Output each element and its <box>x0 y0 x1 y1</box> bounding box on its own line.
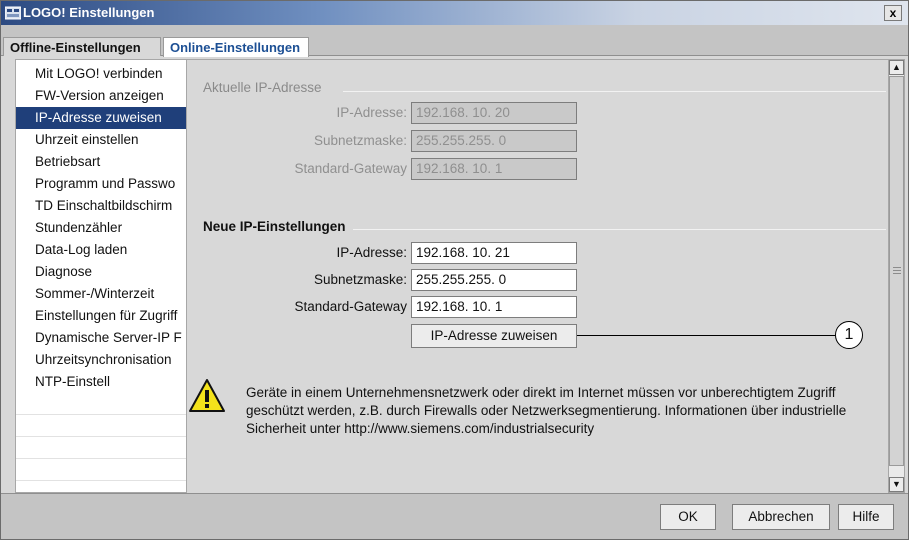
sidebar-item-dynamic-server-ip[interactable]: Dynamische Server-IP F <box>16 327 186 349</box>
current-gateway-field: 192.168. 10. 1 <box>411 158 577 180</box>
sidebar-item-access-settings[interactable]: Einstellungen für Zugriff <box>16 305 186 327</box>
section-divider <box>353 229 886 230</box>
sidebar-item-operating-mode[interactable]: Betriebsart <box>16 151 186 173</box>
cancel-button[interactable]: Abbrechen <box>732 504 830 530</box>
vertical-scrollbar[interactable]: ▲ ▼ <box>888 59 905 493</box>
sidebar-item-daylight-saving[interactable]: Sommer-/Winterzeit <box>16 283 186 305</box>
sidebar-empty-row <box>16 437 186 459</box>
sidebar-item-program-password[interactable]: Programm und Passwo <box>16 173 186 195</box>
current-ip-label: IP-Adresse: <box>336 105 407 120</box>
current-subnet-label: Subnetzmaske: <box>313 133 407 148</box>
sidebar-item-connect[interactable]: Mit LOGO! verbinden <box>16 63 186 85</box>
section-divider <box>343 91 886 92</box>
callout-leader-line <box>577 335 835 336</box>
new-gateway-field[interactable]: 192.168. 10. 1 <box>411 296 577 318</box>
current-ip-field: 192.168. 10. 20 <box>411 102 577 124</box>
new-gateway-label: Standard-Gateway <box>294 299 407 314</box>
callout-marker: 1 <box>835 321 863 349</box>
sidebar-item-td-startup-screen[interactable]: TD Einschaltbildschirm <box>16 195 186 217</box>
new-subnet-label: Subnetzmaske: <box>313 272 407 287</box>
sidebar-item-fw-version[interactable]: FW-Version anzeigen <box>16 85 186 107</box>
scroll-down-icon[interactable]: ▼ <box>889 477 904 492</box>
window-title: LOGO! Einstellungen <box>23 5 155 20</box>
settings-window: LOGO! Einstellungen x Offline-Einstellun… <box>0 0 909 540</box>
sidebar-empty-row <box>16 393 186 415</box>
close-icon: x <box>889 6 897 20</box>
scroll-up-icon[interactable]: ▲ <box>889 60 904 75</box>
logo-app-icon <box>5 6 21 20</box>
sidebar-item-time-sync[interactable]: Uhrzeitsynchronisation <box>16 349 186 371</box>
assign-ip-button[interactable]: IP-Adresse zuweisen <box>411 324 577 348</box>
current-ip-section-title: Aktuelle IP-Adresse <box>203 80 322 95</box>
new-ip-section-title: Neue IP-Einstellungen <box>203 219 346 234</box>
sidebar-empty-row <box>16 415 186 437</box>
sidebar-nav: Mit LOGO! verbinden FW-Version anzeigen … <box>15 59 187 493</box>
new-ip-label: IP-Adresse: <box>336 245 407 260</box>
close-button[interactable]: x <box>884 5 902 21</box>
scrollbar-thumb[interactable] <box>889 76 904 466</box>
sidebar-item-assign-ip[interactable]: IP-Adresse zuweisen <box>16 107 186 129</box>
sidebar-item-data-log[interactable]: Data-Log laden <box>16 239 186 261</box>
security-warning-text: Geräte in einem Unternehmensnetzwerk ode… <box>246 385 847 436</box>
sidebar-item-diagnostics[interactable]: Diagnose <box>16 261 186 283</box>
scrollbar-grip-icon <box>893 267 901 275</box>
ok-button[interactable]: OK <box>660 504 716 530</box>
tab-offline-settings[interactable]: Offline-Einstellungen <box>3 37 161 56</box>
sidebar-empty-row <box>16 459 186 481</box>
current-gateway-label: Standard-Gateway <box>294 161 407 176</box>
sidebar-item-hour-counter[interactable]: Stundenzähler <box>16 217 186 239</box>
sidebar-item-ntp-settings[interactable]: NTP-Einstell <box>16 371 186 393</box>
warning-triangle-icon <box>189 379 225 412</box>
new-ip-field[interactable]: 192.168. 10. 21 <box>411 242 577 264</box>
tab-online-settings[interactable]: Online-Einstellungen <box>163 37 309 57</box>
current-subnet-field: 255.255.255. 0 <box>411 130 577 152</box>
title-bar[interactable]: LOGO! Einstellungen x <box>1 1 908 25</box>
new-subnet-field[interactable]: 255.255.255. 0 <box>411 269 577 291</box>
sidebar-item-set-time[interactable]: Uhrzeit einstellen <box>16 129 186 151</box>
dialog-footer: OK Abbrechen Hilfe <box>1 493 908 539</box>
tab-bar: Offline-Einstellungen Online-Einstellung… <box>1 25 908 57</box>
help-button[interactable]: Hilfe <box>838 504 894 530</box>
